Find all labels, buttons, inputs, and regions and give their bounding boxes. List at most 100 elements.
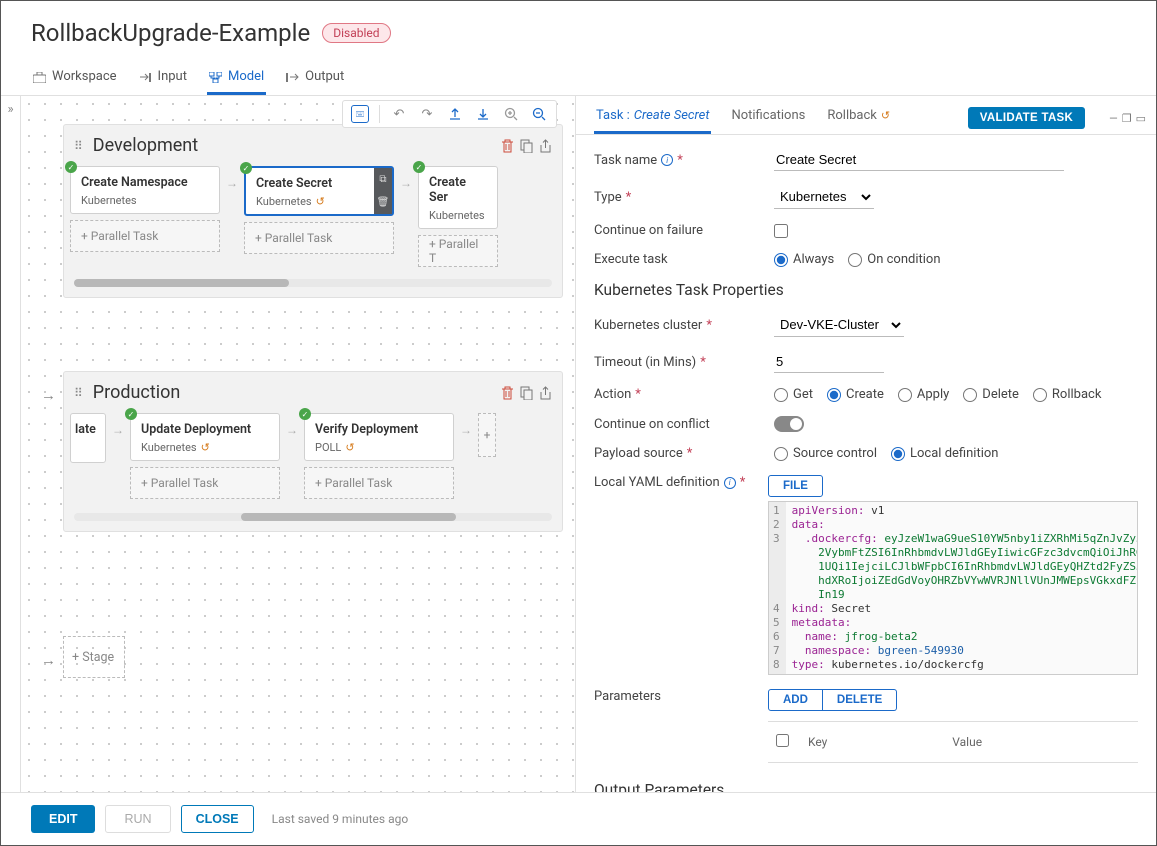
check-icon: ✓: [65, 161, 77, 173]
tab-input[interactable]: Input: [137, 63, 189, 95]
copy-task-icon[interactable]: ⧉: [379, 174, 386, 185]
timeout-input[interactable]: [774, 351, 884, 373]
task-card-create-service[interactable]: ✓ Create Ser Kubernetes: [418, 166, 498, 229]
drag-handle-icon[interactable]: ⠿: [74, 139, 85, 153]
radio-source-control[interactable]: Source control: [774, 446, 877, 461]
tab-task-prefix: Task :: [596, 108, 630, 123]
radio-on-condition[interactable]: On condition: [848, 252, 940, 267]
radio-always[interactable]: Always: [774, 252, 834, 267]
undo-icon[interactable]: ↶: [390, 105, 408, 123]
select-all-checkbox[interactable]: [776, 734, 789, 747]
info-icon[interactable]: i: [661, 154, 673, 166]
label-action: Action: [594, 387, 631, 402]
restore-icon[interactable]: ❐: [1122, 112, 1132, 125]
download-icon[interactable]: [474, 105, 492, 123]
drag-handle-icon[interactable]: ⠿: [74, 386, 85, 400]
type-select[interactable]: Kubernetes: [774, 185, 874, 209]
task-card-update-deployment[interactable]: ✓ Update Deployment Kubernetes↺: [130, 413, 280, 461]
section-kubernetes-properties: Kubernetes Task Properties: [594, 281, 1138, 299]
add-stage-button[interactable]: + Stage: [63, 636, 125, 678]
keyboard-icon[interactable]: [351, 105, 369, 123]
check-icon: ✓: [299, 408, 311, 420]
panel-tab-task[interactable]: Task :Create Secret: [594, 102, 711, 134]
page-title: RollbackUpgrade-Example: [31, 19, 310, 47]
tab-output-label: Output: [305, 69, 344, 84]
radio-rollback[interactable]: Rollback: [1033, 387, 1102, 402]
zoom-in-icon[interactable]: [502, 105, 520, 123]
add-parallel-task[interactable]: + Parallel Task: [70, 220, 220, 252]
rollback-icon: ↺: [345, 441, 354, 454]
delete-stage-icon[interactable]: [501, 139, 514, 153]
info-icon[interactable]: i: [724, 477, 736, 489]
radio-apply[interactable]: Apply: [898, 387, 949, 402]
rollback-icon: ↺: [201, 441, 210, 454]
continue-conflict-toggle[interactable]: [774, 416, 804, 432]
radio-create[interactable]: Create: [827, 387, 884, 402]
add-parallel-task[interactable]: + Parallel Task: [244, 222, 394, 254]
arrow-icon: →: [460, 423, 472, 437]
maximize-icon[interactable]: ▭: [1136, 112, 1146, 125]
parameters-table: Key Value: [768, 721, 1138, 763]
card-subtitle: Kubernetes: [81, 194, 209, 207]
validate-task-button[interactable]: VALIDATE TASK: [968, 107, 1085, 129]
arrow-icon: →: [286, 423, 298, 437]
rollback-icon: ↺: [316, 195, 325, 208]
collapse-canvas-button[interactable]: »: [1, 96, 21, 792]
file-button[interactable]: FILE: [768, 475, 823, 497]
tab-workspace-label: Workspace: [52, 69, 117, 84]
check-icon: ✓: [240, 162, 252, 174]
close-button[interactable]: CLOSE: [181, 805, 254, 833]
label-type: Type: [594, 190, 622, 205]
copy-stage-icon[interactable]: [520, 139, 533, 153]
radio-get[interactable]: Get: [774, 387, 813, 402]
delete-parameter-button[interactable]: DELETE: [823, 689, 897, 711]
continue-failure-checkbox[interactable]: [774, 224, 788, 238]
delete-task-icon[interactable]: 🗑: [377, 197, 390, 208]
label-task-name: Task name: [594, 153, 657, 168]
zoom-out-icon[interactable]: [530, 105, 548, 123]
label-timeout: Timeout (in Mins): [594, 355, 696, 370]
panel-tab-rollback[interactable]: Rollback↺: [825, 102, 892, 134]
arrow-icon: →: [112, 423, 124, 437]
tab-model[interactable]: Model: [207, 63, 266, 95]
task-card-verify-deployment[interactable]: ✓ Verify Deployment POLL↺: [304, 413, 454, 461]
label-yaml-definition: Local YAML definition: [594, 475, 720, 490]
pipeline-canvas[interactable]: ↶ ↷ ⠿ Development ✓ Create Namespace Kub…: [21, 96, 575, 792]
output-icon: [286, 72, 299, 82]
add-parallel-task[interactable]: + Parallel Task: [130, 467, 280, 499]
delete-stage-icon[interactable]: [501, 386, 514, 400]
tab-rollback-label: Rollback: [827, 108, 877, 123]
stage-scrollbar[interactable]: [74, 513, 552, 521]
add-parameter-button[interactable]: ADD: [768, 689, 823, 711]
radio-local-definition[interactable]: Local definition: [891, 446, 998, 461]
card-title: Create Namespace: [81, 175, 209, 190]
panel-tab-notifications[interactable]: Notifications: [729, 102, 807, 134]
tab-workspace[interactable]: Workspace: [31, 63, 119, 95]
yaml-editor[interactable]: 12345678 apiVersion: v1 data: .dockercfg…: [768, 501, 1138, 675]
workspace-icon: [33, 72, 46, 82]
minimize-icon[interactable]: —: [1109, 112, 1118, 125]
export-stage-icon[interactable]: [539, 386, 552, 400]
tab-output[interactable]: Output: [284, 63, 346, 95]
add-parallel-task[interactable]: + Parallel T: [418, 235, 498, 267]
label-parameters: Parameters: [594, 689, 661, 704]
card-title: Create Secret: [256, 176, 370, 191]
export-stage-icon[interactable]: [539, 139, 552, 153]
add-parallel-task[interactable]: + Parallel Task: [304, 467, 454, 499]
radio-delete[interactable]: Delete: [963, 387, 1019, 402]
label-cluster: Kubernetes cluster: [594, 318, 702, 333]
stage-scrollbar[interactable]: [74, 279, 552, 287]
label-continue-failure: Continue on failure: [594, 223, 703, 238]
canvas-toolbar: ↶ ↷: [342, 100, 557, 128]
redo-icon[interactable]: ↷: [418, 105, 436, 123]
task-card-create-namespace[interactable]: ✓ Create Namespace Kubernetes: [70, 166, 220, 214]
add-task-button[interactable]: +: [478, 413, 496, 457]
task-name-input[interactable]: [774, 149, 1064, 171]
edit-button[interactable]: EDIT: [31, 805, 95, 833]
task-card-create-secret[interactable]: ✓ Create Secret Kubernetes↺ ⧉ 🗑: [244, 166, 394, 216]
check-icon: ✓: [125, 408, 137, 420]
copy-stage-icon[interactable]: [520, 386, 533, 400]
cluster-select[interactable]: Dev-VKE-Cluster: [774, 313, 904, 337]
task-card-partial[interactable]: late: [70, 413, 106, 463]
upload-icon[interactable]: [446, 105, 464, 123]
